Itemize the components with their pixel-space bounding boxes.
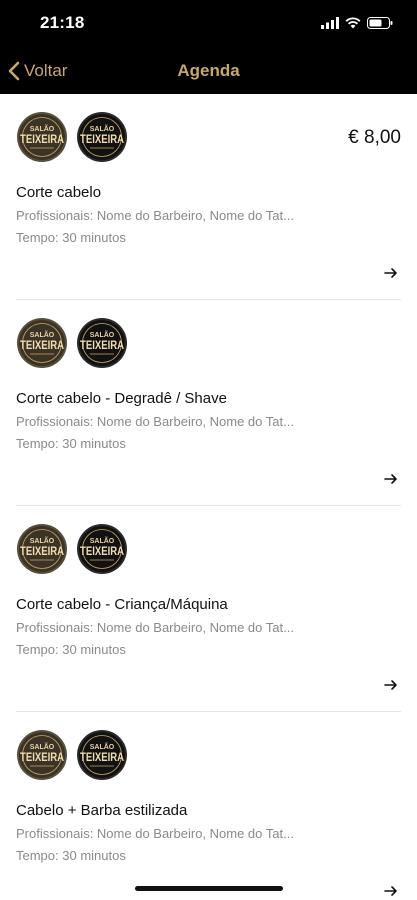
arrow-right-icon[interactable] (383, 883, 399, 899)
svg-text:SALÃO: SALÃO (30, 536, 55, 545)
arrow-right-icon[interactable] (383, 677, 399, 693)
service-duration: Tempo: 30 minutos (16, 230, 126, 245)
svg-text:TEIXEIRA: TEIXEIRA (80, 546, 124, 558)
svg-text:TEIXEIRA: TEIXEIRA (80, 340, 124, 352)
service-card[interactable]: SALÃO TEIXEIRA SALÃO TEIXEIRA € 8,00 Corte… (16, 94, 401, 300)
status-bar: 21:18 (0, 0, 417, 47)
salon-logo-icon: SALÃOTEIXEIRA (17, 318, 67, 368)
service-name: Corte cabelo - Criança/Máquina (16, 596, 228, 613)
service-professionals: Profissionais: Nome do Barbeiro, Nome do… (16, 826, 294, 841)
service-name: Cabelo + Barba estilizada (16, 802, 188, 819)
wifi-icon (345, 17, 361, 29)
service-professionals: Profissionais: Nome do Barbeiro, Nome do… (16, 414, 294, 429)
svg-text:TEIXEIRA: TEIXEIRA (80, 134, 124, 146)
svg-text:TEIXEIRA: TEIXEIRA (20, 752, 64, 764)
logo-group: SALÃO TEIXEIRA SALÃO TEIXEIRA (16, 111, 128, 163)
service-card[interactable]: SALÃO TEIXEIRA SALÃO TEIXEIRA Cabelo + Bar… (16, 712, 401, 900)
salon-logo-icon: SALÃOTEIXEIRA (77, 318, 127, 368)
signal-icon (321, 17, 339, 29)
logo-group: SALÃO TEIXEIRA SALÃO TEIXEIRA (16, 729, 128, 781)
service-duration: Tempo: 30 minutos (16, 436, 126, 451)
status-icons (321, 16, 393, 30)
service-duration: Tempo: 30 minutos (16, 642, 126, 657)
service-card[interactable]: SALÃO TEIXEIRA SALÃO TEIXEIRA Corte cabelo… (16, 506, 401, 712)
service-professionals: Profissionais: Nome do Barbeiro, Nome do… (16, 208, 294, 223)
arrow-right-icon[interactable] (383, 265, 399, 281)
svg-text:TEIXEIRA: TEIXEIRA (20, 340, 64, 352)
svg-text:SALÃO: SALÃO (30, 742, 55, 751)
svg-text:TEIXEIRA: TEIXEIRA (20, 134, 64, 146)
arrow-right-icon[interactable] (383, 471, 399, 487)
svg-text:SALÃO: SALÃO (30, 330, 55, 339)
service-name: Corte cabelo - Degradê / Shave (16, 390, 227, 407)
nav-bar: Voltar Agenda (0, 47, 417, 94)
salon-logo-icon: SALÃOTEIXEIRA (17, 112, 67, 162)
logo-group: SALÃO TEIXEIRA SALÃO TEIXEIRA (16, 523, 128, 575)
status-time: 21:18 (40, 13, 85, 32)
home-indicator (135, 886, 283, 891)
salon-logo-icon: SALÃOTEIXEIRA (77, 730, 127, 780)
service-list: SALÃO TEIXEIRA SALÃO TEIXEIRA € 8,00 Corte… (0, 94, 417, 900)
svg-text:SALÃO: SALÃO (90, 536, 115, 545)
svg-text:SALÃO: SALÃO (30, 124, 55, 133)
salon-logo-icon: SALÃOTEIXEIRA (17, 524, 67, 574)
svg-text:SALÃO: SALÃO (90, 330, 115, 339)
service-duration: Tempo: 30 minutos (16, 848, 126, 863)
svg-text:TEIXEIRA: TEIXEIRA (20, 546, 64, 558)
svg-text:SALÃO: SALÃO (90, 742, 115, 751)
service-price: € 8,00 (348, 127, 401, 148)
service-name: Corte cabelo (16, 184, 102, 201)
salon-logo-icon: SALÃOTEIXEIRA (17, 730, 67, 780)
service-professionals: Profissionais: Nome do Barbeiro, Nome do… (16, 620, 294, 635)
salon-logo-icon: SALÃOTEIXEIRA (77, 112, 127, 162)
battery-icon (367, 17, 393, 29)
logo-group: SALÃO TEIXEIRA SALÃO TEIXEIRA (16, 317, 128, 369)
salon-logo-icon: SALÃOTEIXEIRA (77, 524, 127, 574)
page-title: Agenda (177, 61, 240, 80)
service-card[interactable]: SALÃO TEIXEIRA SALÃO TEIXEIRA Corte cabelo… (16, 300, 401, 506)
svg-text:SALÃO: SALÃO (90, 124, 115, 133)
svg-text:TEIXEIRA: TEIXEIRA (80, 752, 124, 764)
